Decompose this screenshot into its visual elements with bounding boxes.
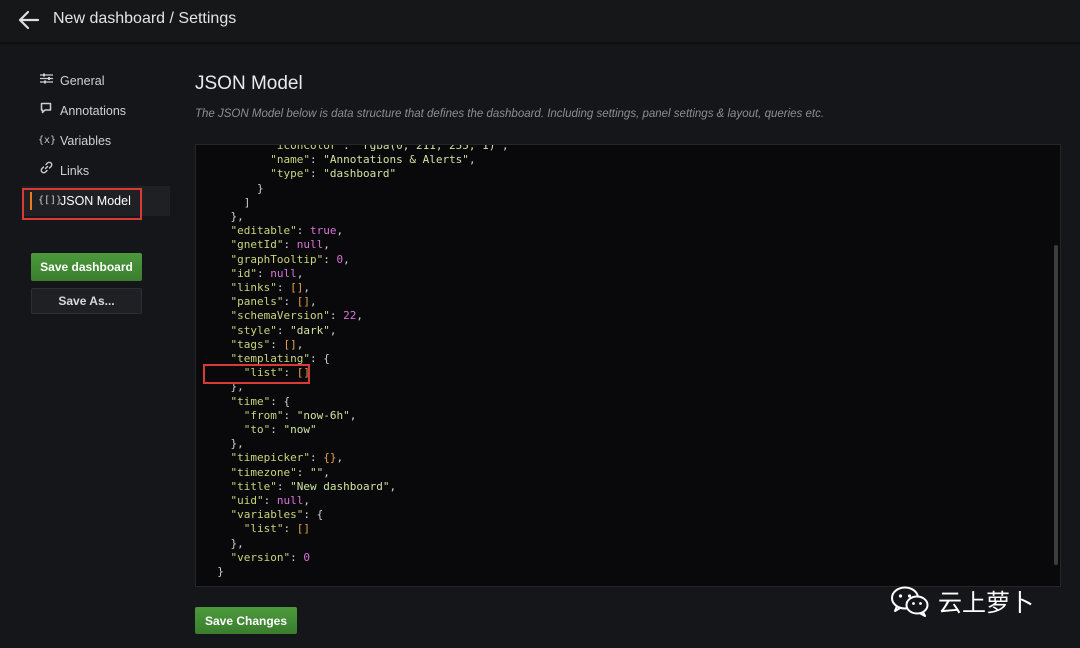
arrow-left-icon[interactable] <box>18 10 40 30</box>
section-title: JSON Model <box>195 73 303 94</box>
comment-icon <box>38 96 54 126</box>
sidebar-item-links[interactable]: Links <box>22 156 170 186</box>
watermark: 云上萝卜 <box>890 583 1034 618</box>
section-description: The JSON Model below is data structure t… <box>195 108 825 120</box>
json-editor[interactable]: "iconColor": "rgba(0, 211, 255, 1)", "na… <box>195 144 1061 587</box>
highlight-box-templating-list <box>203 364 310 384</box>
top-bar: New dashboard / Settings <box>0 0 1080 42</box>
sidebar-item-label: Annotations <box>60 104 127 118</box>
editor-scrollbar[interactable] <box>1054 245 1058 565</box>
sidebar-item-label: General <box>60 74 105 88</box>
save-as-button[interactable]: Save As... <box>31 288 142 314</box>
wechat-icon <box>891 586 929 617</box>
link-icon <box>38 156 54 186</box>
json-code[interactable]: "iconColor": "rgba(0, 211, 255, 1)", "na… <box>204 145 508 579</box>
save-changes-button[interactable]: Save Changes <box>195 607 297 634</box>
sidebar-item-label: Variables <box>60 134 112 148</box>
page-title: New dashboard / Settings <box>53 10 237 27</box>
sidebar-item-general[interactable]: General <box>22 66 170 96</box>
sidebar-item-label: Links <box>60 164 90 178</box>
sidebar-item-variables[interactable]: {x} Variables <box>22 126 170 156</box>
save-dashboard-button[interactable]: Save dashboard <box>31 253 142 281</box>
highlight-box-json-model <box>22 188 142 220</box>
sidebar-item-annotations[interactable]: Annotations <box>22 96 170 126</box>
variables-icon: {x} <box>38 135 57 146</box>
sliders-icon <box>38 66 54 96</box>
watermark-text: 云上萝卜 <box>938 590 1034 617</box>
